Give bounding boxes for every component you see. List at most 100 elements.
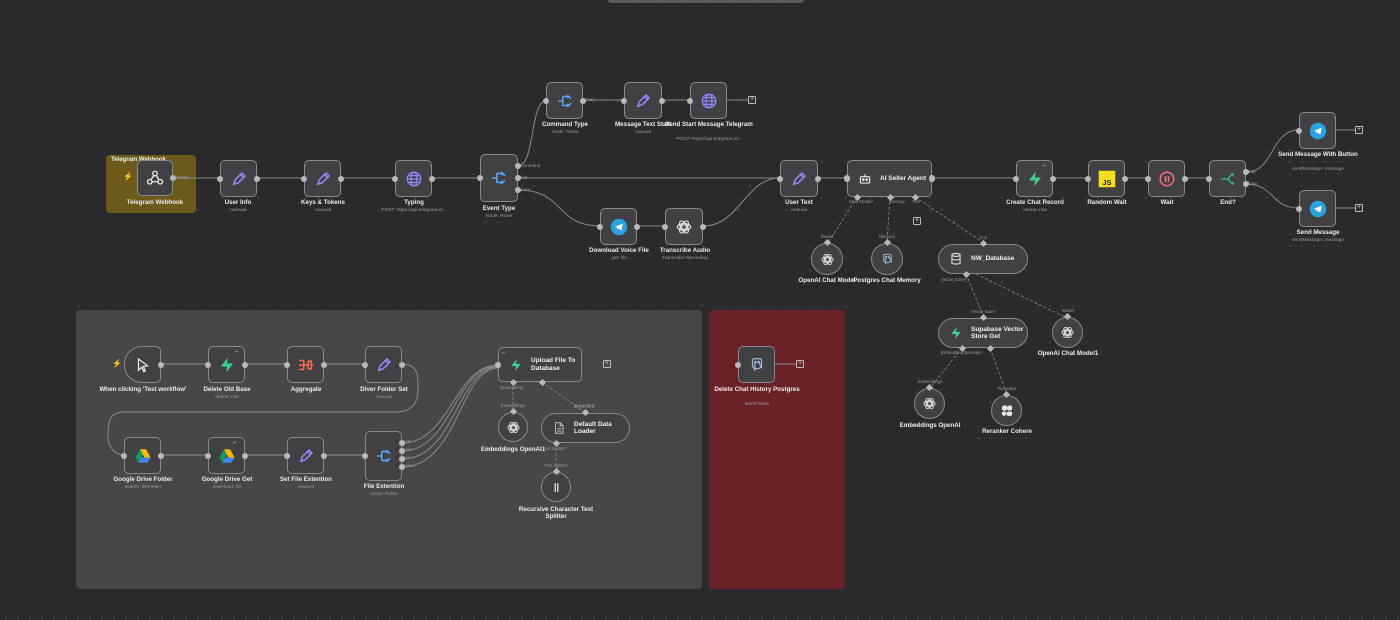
end-node[interactable] <box>1209 160 1246 197</box>
recursive-splitter-node[interactable] <box>541 472 571 502</box>
create-chat-record-input-dot[interactable] <box>1013 175 1019 182</box>
file-extention-output-txt[interactable] <box>399 456 405 462</box>
user-text-output-dot[interactable] <box>815 175 821 182</box>
diver-folder-set-output-dot[interactable] <box>399 361 405 368</box>
random-wait-input-dot[interactable] <box>1085 175 1091 182</box>
embeddings-openai-node[interactable] <box>914 388 945 419</box>
add-node-button[interactable]: + <box>1355 126 1363 134</box>
set-file-extention-output-dot[interactable] <box>321 452 327 459</box>
google-drive-folder-input-dot[interactable] <box>121 452 127 459</box>
sticky-delete-group[interactable] <box>709 310 845 589</box>
command-type-input-dot[interactable] <box>543 97 549 104</box>
embeddings-openai1-node[interactable] <box>498 412 528 442</box>
create-chat-record-node[interactable] <box>1016 160 1053 197</box>
add-node-button[interactable]: + <box>796 360 804 368</box>
add-node-button[interactable]: + <box>1355 204 1363 212</box>
user-info-node[interactable] <box>220 160 257 197</box>
diver-folder-set-node[interactable] <box>365 346 402 383</box>
user-info-output-dot[interactable] <box>254 175 260 182</box>
google-drive-get-node[interactable] <box>208 437 245 474</box>
wait-output-dot[interactable] <box>1182 175 1188 182</box>
manual-trigger-output-dot[interactable] <box>158 361 164 368</box>
file-extention-output-doc[interactable] <box>399 448 405 454</box>
download-voice-node[interactable] <box>600 208 637 245</box>
set-file-extention-node[interactable] <box>287 437 324 474</box>
set-file-extention-input-dot[interactable] <box>284 452 290 459</box>
openai-chat-model-node[interactable] <box>811 243 843 275</box>
keys-tokens-node[interactable] <box>304 160 341 197</box>
user-text-input-dot[interactable] <box>777 175 783 182</box>
end-input-dot[interactable] <box>1206 175 1212 182</box>
delete-chat-history-node[interactable] <box>738 346 775 383</box>
ai-agent-input-dot[interactable] <box>844 175 850 181</box>
typing-output-dot[interactable] <box>429 175 435 182</box>
manual-trigger-node[interactable] <box>124 346 161 383</box>
transcribe-audio-input-dot[interactable] <box>662 223 668 230</box>
keys-tokens-output-dot[interactable] <box>338 175 344 182</box>
openai-chat-model1-node[interactable] <box>1052 317 1083 348</box>
send-message-button-input-dot[interactable] <box>1296 127 1302 134</box>
ai-agent-output-dot[interactable] <box>929 175 935 181</box>
event-type-node[interactable] <box>480 154 518 202</box>
download-voice-input-dot[interactable] <box>597 223 603 230</box>
file-extention-output-pdf[interactable] <box>399 440 405 446</box>
top-panel-handle[interactable] <box>608 0 804 3</box>
upload-file-input-dot[interactable] <box>495 362 501 368</box>
google-drive-get-output-dot[interactable] <box>242 452 248 459</box>
delete-old-base-output-dot[interactable] <box>242 361 248 368</box>
end-output-false[interactable] <box>1243 181 1249 187</box>
send-start-message-input-dot[interactable] <box>687 97 693 104</box>
send-message-input-dot[interactable] <box>1296 205 1302 212</box>
random-wait-node[interactable]: JS <box>1088 160 1125 197</box>
event-type-input-dot[interactable] <box>477 175 483 181</box>
sub-connector-5[interactable] <box>986 344 994 353</box>
send-start-message-node[interactable] <box>690 82 727 119</box>
transcribe-audio-output-dot[interactable] <box>700 223 706 230</box>
postgres-memory-node[interactable] <box>871 243 903 275</box>
aggregate-node[interactable] <box>287 346 324 383</box>
send-message-button-node[interactable] <box>1299 112 1336 149</box>
ai-seller-agent-node[interactable]: AI Seller Agent <box>847 160 932 197</box>
add-node-button[interactable]: + <box>603 360 611 368</box>
file-extention-node[interactable] <box>365 431 402 481</box>
default-data-loader-node[interactable]: Default Data Loader <box>541 413 630 443</box>
user-info-input-dot[interactable] <box>217 175 223 182</box>
telegram-webhook-node[interactable] <box>137 160 173 196</box>
google-drive-folder-output-dot[interactable] <box>158 452 164 459</box>
delete-old-base-node[interactable] <box>208 346 245 383</box>
upload-file-node[interactable]: Upload File To Database <box>498 347 582 382</box>
user-text-node[interactable] <box>780 160 818 197</box>
file-extention-input-dot[interactable] <box>362 453 368 459</box>
event-type-output-text[interactable] <box>515 175 521 181</box>
message-text-start-node[interactable] <box>624 82 662 119</box>
transcribe-audio-node[interactable] <box>665 208 703 245</box>
aggregate-input-dot[interactable] <box>284 361 290 368</box>
supabase-vector-node[interactable]: Supabase Vector Store Get <box>938 318 1028 348</box>
diver-folder-set-input-dot[interactable] <box>362 361 368 368</box>
google-drive-get-input-dot[interactable] <box>205 452 211 459</box>
create-chat-record-output-dot[interactable] <box>1050 175 1056 182</box>
add-node-button[interactable]: + <box>913 217 921 225</box>
delete-chat-history-input-dot[interactable] <box>735 361 741 368</box>
wait-node[interactable] <box>1148 160 1185 197</box>
typing-node[interactable] <box>395 160 432 197</box>
event-type-output-command[interactable] <box>515 163 521 169</box>
message-text-start-output-dot[interactable] <box>659 97 665 104</box>
typing-input-dot[interactable] <box>392 175 398 182</box>
telegram-webhook-output-dot[interactable] <box>170 175 176 181</box>
delete-old-base-input-dot[interactable] <box>205 361 211 368</box>
event-type-output-voice[interactable] <box>515 187 521 193</box>
nw-database-node[interactable]: NW_Database <box>938 244 1028 274</box>
send-message-node[interactable] <box>1299 190 1336 227</box>
download-voice-output-dot[interactable] <box>634 223 640 230</box>
message-text-start-input-dot[interactable] <box>621 97 627 104</box>
wait-input-dot[interactable] <box>1145 175 1151 182</box>
add-node-button[interactable]: + <box>748 96 756 104</box>
command-type-node[interactable] <box>546 82 583 119</box>
google-drive-folder-node[interactable] <box>124 437 161 474</box>
random-wait-output-dot[interactable] <box>1122 175 1128 182</box>
file-extention-output-other[interactable] <box>399 464 405 470</box>
keys-tokens-input-dot[interactable] <box>301 175 307 182</box>
reranker-cohere-node[interactable] <box>991 395 1022 426</box>
end-output-true[interactable] <box>1243 169 1249 175</box>
